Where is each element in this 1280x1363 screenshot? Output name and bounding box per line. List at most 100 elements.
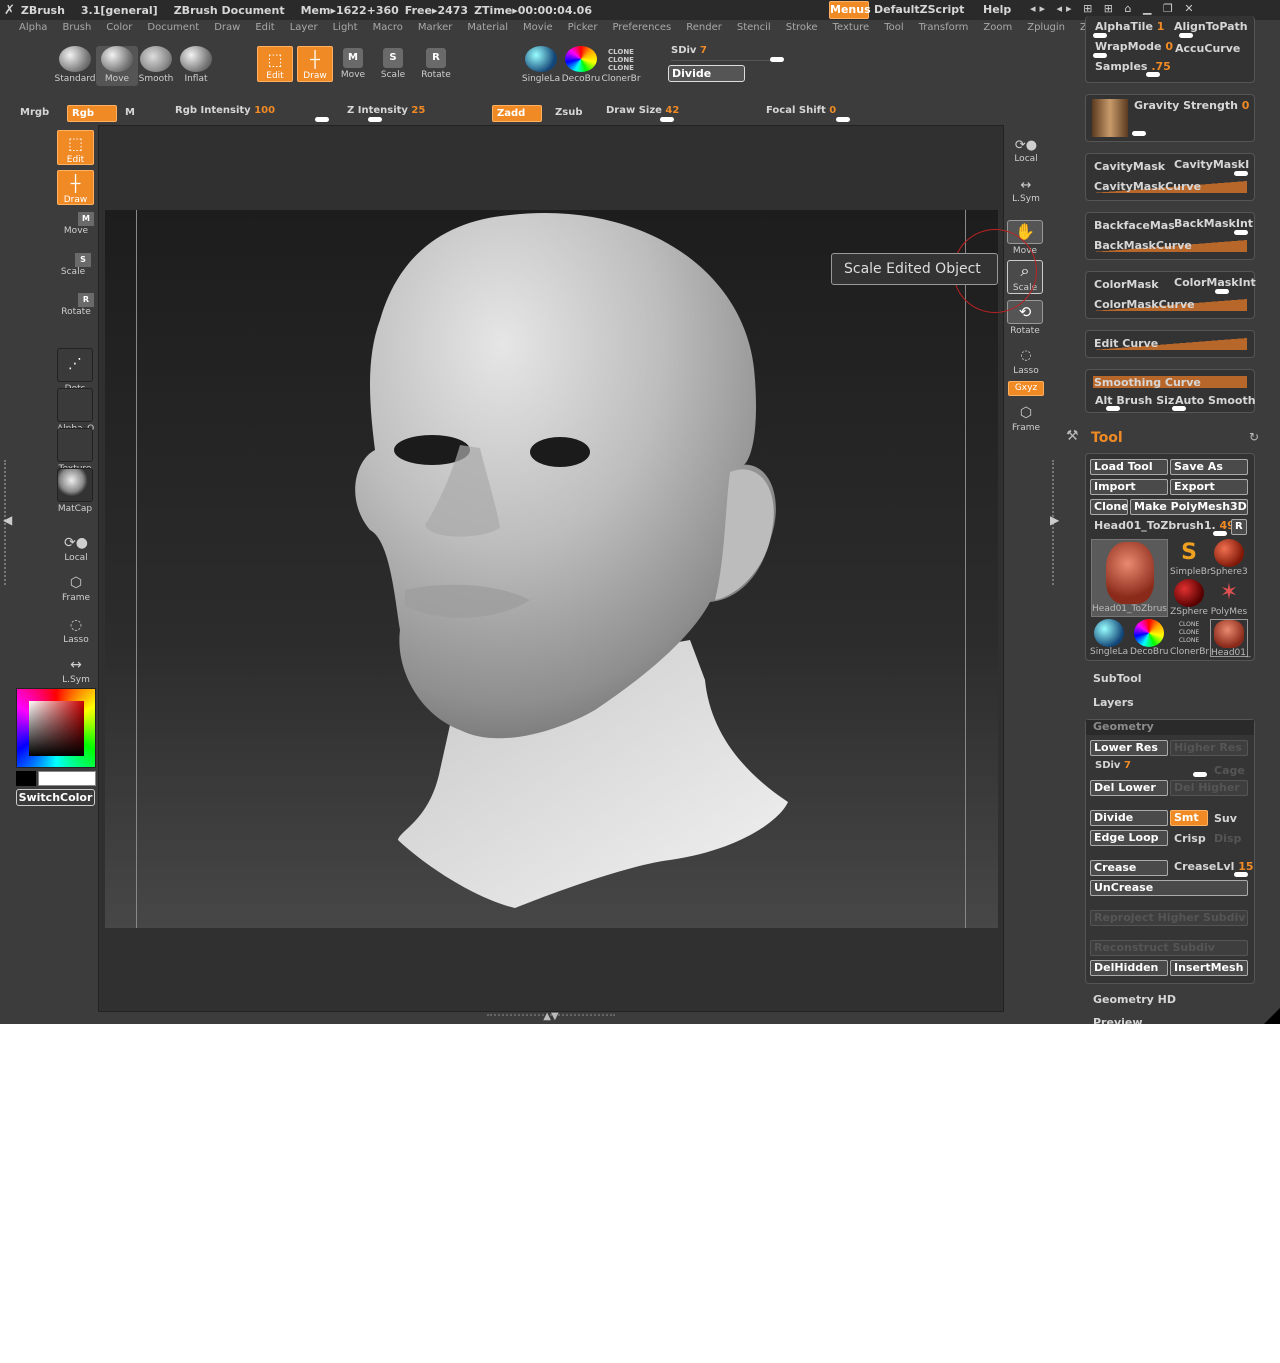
left-lsym-button[interactable]: ↔ L.Sym <box>58 657 94 685</box>
tool-palette-reset-icon[interactable]: ↻ <box>1249 430 1259 444</box>
menu-stroke[interactable]: Stroke <box>786 22 818 40</box>
tool-clonerbrush[interactable]: CLONE CLONE CLONE ClonerBr <box>600 46 642 86</box>
tool-singlelayer[interactable]: SingleLa <box>520 46 562 86</box>
color-mask-toggle[interactable]: ColorMask <box>1094 278 1159 291</box>
mrgb-toggle[interactable]: Mrgb <box>20 107 49 118</box>
geometry-sdiv-handle[interactable] <box>1193 772 1207 777</box>
geometry-sdiv-slider[interactable]: SDiv 7 <box>1095 760 1131 771</box>
divide-button[interactable]: Divide <box>668 65 745 82</box>
left-lasso-button[interactable]: ◌ Lasso <box>58 617 94 645</box>
color-mask-int-handle[interactable] <box>1215 289 1229 294</box>
menu-draw[interactable]: Draw <box>214 22 240 40</box>
wrap-mode-slider[interactable]: WrapMode 0 <box>1095 40 1173 53</box>
back-mask-int-slider[interactable]: BackMaskInt <box>1174 217 1253 230</box>
brush-smooth[interactable]: Smooth <box>135 46 177 86</box>
m-toggle[interactable]: M <box>125 107 135 118</box>
uncrease-button[interactable]: UnCrease <box>1090 880 1248 896</box>
right-frame-button[interactable]: ⬡ Frame <box>1008 405 1044 433</box>
clone-button[interactable]: Clone <box>1090 499 1128 515</box>
auto-smooth-slider[interactable]: Auto Smooth <box>1175 394 1256 407</box>
tool-thumb-clonerbrush[interactable]: CLONE CLONE CLONE ClonerBr <box>1170 619 1209 657</box>
head-sculpt-model[interactable] <box>340 210 800 915</box>
matcap-button[interactable]: MatCap <box>57 468 93 514</box>
menu-transform[interactable]: Transform <box>919 22 969 40</box>
load-tool-button[interactable]: Load Tool <box>1090 459 1168 475</box>
layers-section[interactable]: Layers <box>1093 696 1134 709</box>
edit-mode-button[interactable]: ⬚ Edit <box>257 46 293 82</box>
save-as-button[interactable]: Save As <box>1170 459 1248 475</box>
color-picker-square[interactable] <box>29 701 84 756</box>
script-name[interactable]: DefaultZScript <box>874 3 964 16</box>
menu-movie[interactable]: Movie <box>523 22 553 40</box>
right-lsym-button[interactable]: ↔ L.Sym <box>1008 178 1044 204</box>
layout-icon[interactable]: ⊞ ⊞ <box>1083 2 1117 15</box>
alpha-tile-slider-handle[interactable] <box>1093 33 1107 38</box>
backface-mask-toggle[interactable]: BackfaceMas <box>1094 219 1175 232</box>
right-lasso-button[interactable]: ◌ Lasso <box>1008 348 1044 376</box>
alt-brush-size-toggle[interactable]: Alt Brush Siz <box>1095 394 1174 407</box>
menu-edit[interactable]: Edit <box>255 22 274 40</box>
auto-smooth-handle[interactable] <box>1172 406 1186 411</box>
lock-icon[interactable]: ⌂ <box>1125 2 1136 15</box>
zadd-toggle[interactable]: Zadd <box>492 105 542 122</box>
brush-inflate[interactable]: Inflat <box>175 46 217 86</box>
menu-document[interactable]: Document <box>147 22 199 40</box>
crease-button[interactable]: Crease <box>1090 860 1168 876</box>
tool-thumb-zsphere[interactable]: ZSphere <box>1170 579 1208 617</box>
align-to-path-slider-handle[interactable] <box>1179 33 1193 38</box>
alpha-tile-slider[interactable]: AlphaTile 1 <box>1095 20 1164 33</box>
make-polymesh-button[interactable]: Make PolyMesh3D <box>1130 499 1248 515</box>
gravity-strength-handle[interactable] <box>1132 131 1146 136</box>
focal-shift-slider[interactable] <box>836 117 850 122</box>
left-edit-button[interactable]: ⬚ Edit <box>57 130 94 165</box>
menu-texture[interactable]: Texture <box>833 22 870 40</box>
preview-section[interactable]: Preview <box>1093 1016 1143 1024</box>
current-tool-slider-handle[interactable] <box>1213 531 1227 536</box>
geometry-divide-button[interactable]: Divide <box>1090 810 1168 826</box>
import-button[interactable]: Import <box>1090 479 1168 495</box>
current-tool-name[interactable]: Head01_ToZbrush1. 49 <box>1094 519 1235 532</box>
menu-stencil[interactable]: Stencil <box>737 22 771 40</box>
zsub-toggle[interactable]: Zsub <box>555 107 582 118</box>
subtool-section[interactable]: SubTool <box>1093 672 1142 685</box>
tool-thumb-head01-large[interactable]: Head01_ToZbrus <box>1091 539 1168 617</box>
menu-marker[interactable]: Marker <box>418 22 453 40</box>
color-picker[interactable] <box>16 688 96 768</box>
tool-thumb-decobrush[interactable]: DecoBru <box>1130 619 1169 657</box>
menu-zoom[interactable]: Zoom <box>983 22 1012 40</box>
left-scale-button[interactable]: S Scale <box>55 253 91 277</box>
left-rotate-button[interactable]: R Rotate <box>58 293 94 317</box>
draw-size-slider[interactable] <box>660 117 674 122</box>
brush-standard[interactable]: Standard <box>54 46 96 86</box>
left-tray-arrow-icon[interactable]: ◀ <box>3 513 12 527</box>
edge-loop-button[interactable]: Edge Loop <box>1090 830 1168 846</box>
tool-decobrush[interactable]: DecoBru <box>560 46 602 86</box>
left-local-button[interactable]: ⟳● Local <box>58 535 94 563</box>
wrap-mode-slider-handle[interactable] <box>1093 53 1107 58</box>
move-mode-button[interactable]: M Move <box>334 48 372 88</box>
tool-thumb-head01-small[interactable]: Head01_ <box>1210 619 1251 658</box>
crisp-toggle[interactable]: Crisp <box>1174 832 1206 845</box>
menu-zplugin[interactable]: Zplugin <box>1027 22 1065 40</box>
close-icon[interactable]: ✕ <box>1184 2 1197 15</box>
smt-toggle[interactable]: Smt <box>1170 810 1208 826</box>
menus-toggle-button[interactable]: Menus <box>829 1 871 19</box>
right-tray-arrow-icon[interactable]: ▶ <box>1050 513 1059 527</box>
rotate-mode-button[interactable]: R Rotate <box>414 48 458 88</box>
nav-arrows-icon[interactable]: ◂▸ ◂▸ <box>1030 2 1076 15</box>
crease-lvl-handle[interactable] <box>1234 872 1248 877</box>
menu-preferences[interactable]: Preferences <box>612 22 671 40</box>
resize-corner-icon[interactable] <box>1264 1008 1280 1024</box>
menu-layer[interactable]: Layer <box>290 22 318 40</box>
menu-color[interactable]: Color <box>106 22 132 40</box>
tool-thumb-simplebrush[interactable]: S SimpleBr <box>1170 539 1211 577</box>
tool-thumb-polymesh[interactable]: ✶ PolyMes <box>1210 579 1248 617</box>
suv-toggle[interactable]: Suv <box>1214 812 1237 825</box>
primary-color-swatch[interactable] <box>38 771 96 786</box>
menu-render[interactable]: Render <box>686 22 722 40</box>
lower-res-button[interactable]: Lower Res <box>1090 740 1168 756</box>
align-to-path-toggle[interactable]: AlignToPath <box>1174 20 1248 33</box>
tool-thumb-singlelayer[interactable]: SingleLa <box>1090 619 1128 657</box>
tool-r-button[interactable]: R <box>1231 519 1247 535</box>
rgb-intensity-slider[interactable] <box>315 117 329 122</box>
